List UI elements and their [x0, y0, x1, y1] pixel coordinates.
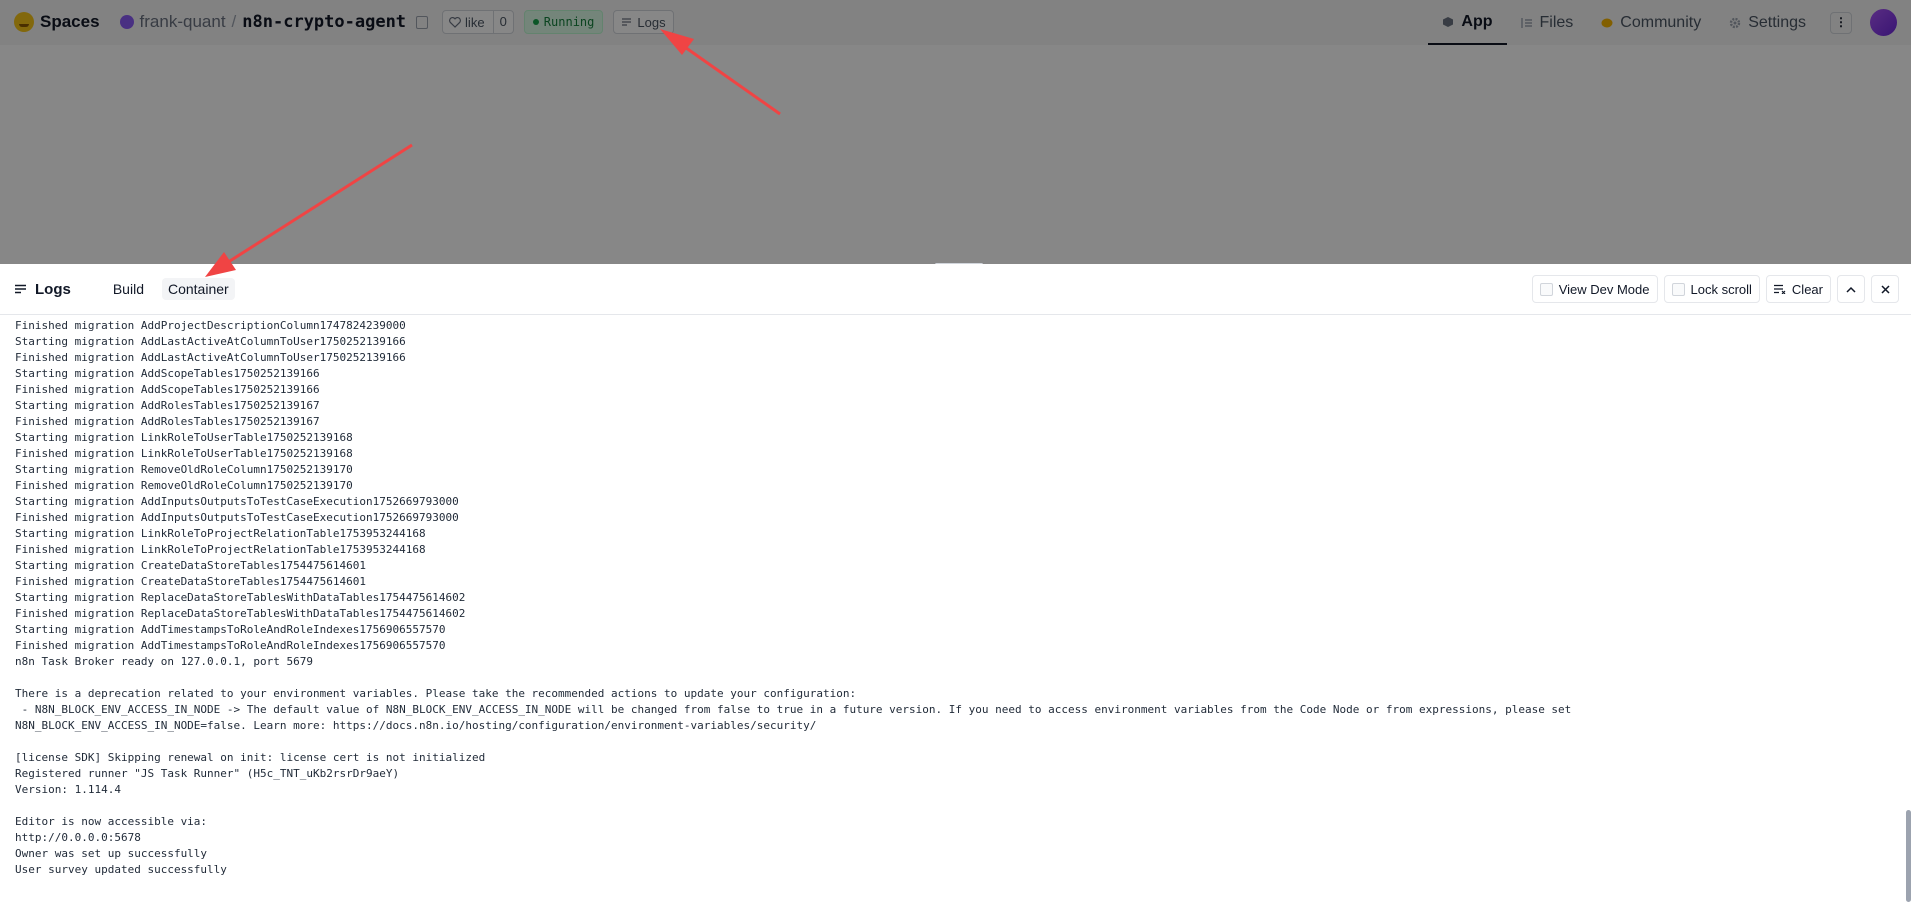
log-scrollbar-thumb[interactable] [1906, 810, 1911, 902]
tab-container[interactable]: Container [161, 278, 235, 300]
close-icon [1880, 284, 1890, 294]
chevron-up-icon [1846, 286, 1856, 293]
log-scrollbar[interactable] [1905, 315, 1911, 902]
lock-scroll-label: Lock scroll [1690, 281, 1752, 297]
logs-title-label: Logs [35, 280, 71, 298]
logs-lines-icon [15, 284, 26, 294]
clear-label: Clear [1791, 281, 1823, 297]
logs-panel-title: Logs [15, 281, 71, 298]
clear-button[interactable]: Clear [1765, 275, 1831, 303]
logs-panel-header: Logs Build Container View Dev Mode Lock … [0, 264, 1911, 315]
log-output[interactable]: Finished migration AddProjectDescription… [0, 315, 1905, 902]
clear-list-icon [1773, 284, 1786, 294]
logs-header-actions: View Dev Mode Lock scroll Clear [1531, 264, 1899, 314]
view-dev-mode-label: View Dev Mode [1558, 281, 1650, 297]
lock-scroll-checkbox[interactable] [1671, 282, 1685, 296]
logs-header-left: Logs Build Container [15, 264, 247, 314]
view-dev-mode-checkbox[interactable] [1539, 282, 1553, 296]
tab-build[interactable]: Build [107, 278, 150, 300]
close-panel-button[interactable] [1871, 275, 1899, 303]
modal-overlay[interactable] [0, 0, 1911, 264]
log-text: Finished migration AddProjectDescription… [15, 319, 1572, 876]
logs-panel: Logs Build Container View Dev Mode Lock … [0, 264, 1911, 902]
lock-scroll-toggle[interactable]: Lock scroll [1663, 275, 1760, 303]
view-dev-mode-toggle[interactable]: View Dev Mode [1531, 275, 1658, 303]
expand-panel-button[interactable] [1837, 275, 1865, 303]
